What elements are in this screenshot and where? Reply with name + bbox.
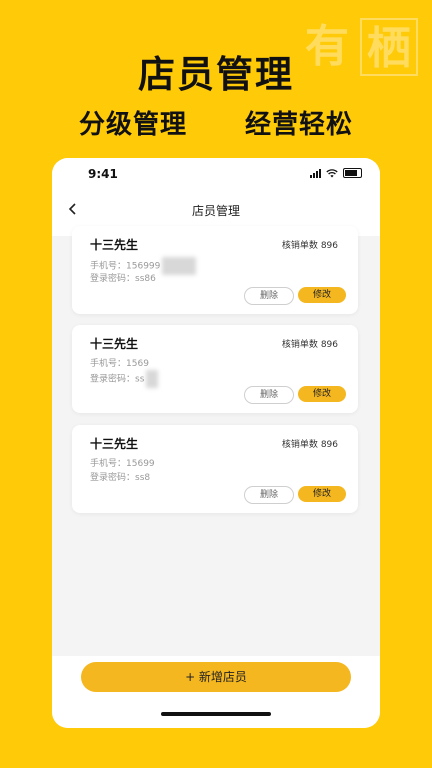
employee-card: 十三先生 核销单数 896 手机号：15699 登录密码：ss8 删除 修改 bbox=[72, 425, 358, 513]
redeem-count: 核销单数 896 bbox=[281, 241, 338, 251]
wifi-icon bbox=[326, 168, 338, 177]
add-employee-button[interactable]: + 新增店员 bbox=[81, 662, 351, 692]
delete-button[interactable]: 删除 bbox=[244, 287, 294, 305]
status-icons bbox=[310, 168, 362, 178]
bottom-bar: + 新增店员 bbox=[52, 656, 380, 728]
delete-button[interactable]: 删除 bbox=[244, 386, 294, 404]
delete-button[interactable]: 删除 bbox=[244, 486, 294, 504]
edit-button[interactable]: 修改 bbox=[298, 386, 346, 402]
employee-name: 十三先生 bbox=[90, 238, 139, 252]
employee-card: 十三先生 核销单数 896 手机号：1569 登录密码：ss 删除 修改 bbox=[72, 325, 358, 413]
battery-icon bbox=[343, 168, 362, 178]
phone-mockup: 9:41 店员管理 十三先生 核销单数 896 手机号：156999 登录密码：… bbox=[52, 158, 380, 728]
employee-phone: 手机号：15699 bbox=[90, 459, 155, 469]
employee-phone: 手机号：1569 bbox=[90, 359, 149, 369]
employee-password: 登录密码：ss86 bbox=[90, 274, 156, 284]
status-time: 9:41 bbox=[88, 167, 118, 181]
signal-icon bbox=[310, 168, 321, 178]
redeem-count: 核销单数 896 bbox=[281, 440, 338, 450]
banner-subtitle-right: 经营轻松 bbox=[245, 110, 354, 140]
employee-name: 十三先生 bbox=[90, 337, 139, 351]
redeem-count: 核销单数 896 bbox=[281, 340, 338, 350]
banner-subtitle: 分级管理 经营轻松 bbox=[0, 104, 432, 141]
home-indicator bbox=[161, 712, 271, 716]
employee-password: 登录密码：ss bbox=[90, 370, 159, 388]
page-title: 店员管理 bbox=[191, 204, 240, 218]
status-bar: 9:41 bbox=[52, 158, 380, 192]
employee-name: 十三先生 bbox=[90, 437, 139, 451]
edit-button[interactable]: 修改 bbox=[298, 486, 346, 502]
edit-button[interactable]: 修改 bbox=[298, 287, 346, 303]
banner-title: 店员管理 bbox=[138, 53, 294, 96]
banner-subtitle-left: 分级管理 bbox=[78, 110, 187, 140]
employee-password: 登录密码：ss8 bbox=[90, 473, 151, 483]
employee-card: 十三先生 核销单数 896 手机号：156999 登录密码：ss86 删除 修改 bbox=[72, 226, 358, 314]
